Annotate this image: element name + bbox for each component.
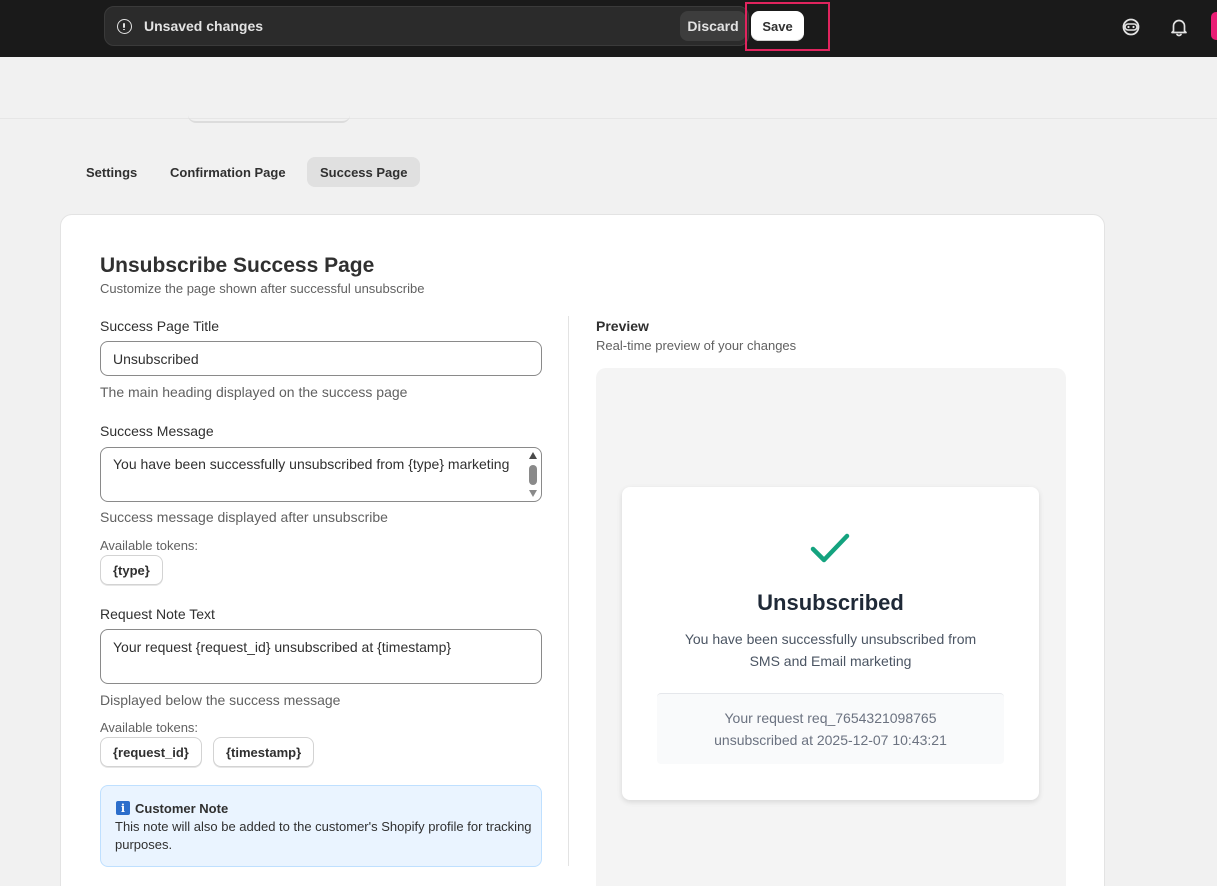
info-icon: i <box>116 801 130 815</box>
alert-circle-icon <box>117 19 132 34</box>
preview-message-line1: You have been successfully unsubscribed … <box>684 631 977 647</box>
page-header <box>0 57 1217 123</box>
title-help-text: The main heading displayed on the succes… <box>100 384 408 400</box>
note-tokens-label: Available tokens: <box>100 720 199 735</box>
preview-message: You have been successfully unsubscribed … <box>662 628 999 672</box>
preview-note-line2: unsubscribed at 2025-12-07 10:43:21 <box>714 732 947 748</box>
card-title: Unsubscribe Success Page <box>100 254 375 277</box>
tab-settings[interactable]: Settings <box>73 157 150 187</box>
preview-card: Unsubscribed You have been successfully … <box>622 487 1039 800</box>
bell-icon[interactable] <box>1168 16 1190 38</box>
token-timestamp[interactable]: {timestamp} <box>213 737 315 767</box>
customer-note-title: Customer Note <box>135 801 229 816</box>
message-field-label: Success Message <box>100 423 214 439</box>
shop-assistant-icon[interactable] <box>1120 16 1142 38</box>
store-avatar[interactable] <box>1211 12 1217 40</box>
discard-button[interactable]: Discard <box>680 11 746 41</box>
success-title-input[interactable]: Unsubscribed <box>100 341 542 376</box>
checkmark-icon <box>810 533 850 563</box>
scroll-up-arrow-icon[interactable] <box>529 452 537 459</box>
scroll-down-arrow-icon[interactable] <box>529 490 537 497</box>
save-highlight-box <box>745 2 830 51</box>
preview-heading: Unsubscribed <box>757 590 904 615</box>
success-message-textarea[interactable]: You have been successfully unsubscribed … <box>100 447 542 502</box>
scroll-thumb[interactable] <box>529 465 537 485</box>
request-note-textarea[interactable]: Your request {request_id} unsubscribed a… <box>100 629 542 684</box>
preview-subtitle: Real-time preview of your changes <box>596 338 797 353</box>
token-request-id[interactable]: {request_id} <box>100 737 202 767</box>
customer-note-banner: i Customer Note This note will also be a… <box>100 785 542 867</box>
success-page-card: Unsubscribe Success Page Customize the p… <box>60 214 1105 886</box>
header-divider <box>188 115 350 123</box>
textarea-scrollbar[interactable] <box>528 451 538 499</box>
preview-message-line2: SMS and Email marketing <box>749 653 912 669</box>
note-help-text: Displayed below the success message <box>100 692 341 708</box>
top-bar: Unsaved changes Discard Save <box>0 0 1217 57</box>
preview-title: Preview <box>596 318 649 334</box>
column-divider <box>568 316 569 866</box>
title-field-label: Success Page Title <box>100 318 220 334</box>
preview-note-line1: Your request req_7654321098765 <box>724 710 937 726</box>
token-type[interactable]: {type} <box>100 555 163 585</box>
tab-confirmation-page[interactable]: Confirmation Page <box>157 157 299 187</box>
success-message-value: You have been successfully unsubscribed … <box>113 456 510 472</box>
preview-area: Unsubscribed You have been successfully … <box>596 368 1066 886</box>
message-tokens-label: Available tokens: <box>100 538 199 553</box>
customer-note-text: This note will also be added to the cust… <box>115 819 532 852</box>
message-help-text: Success message displayed after unsubscr… <box>100 509 388 525</box>
note-field-label: Request Note Text <box>100 606 215 622</box>
tab-success-page[interactable]: Success Page <box>307 157 421 187</box>
unsaved-changes-text: Unsaved changes <box>144 18 264 34</box>
preview-request-note: Your request req_7654321098765 unsubscri… <box>657 693 1004 764</box>
unsaved-changes-bar: Unsaved changes <box>104 6 749 46</box>
card-subtitle: Customize the page shown after successfu… <box>100 281 425 296</box>
